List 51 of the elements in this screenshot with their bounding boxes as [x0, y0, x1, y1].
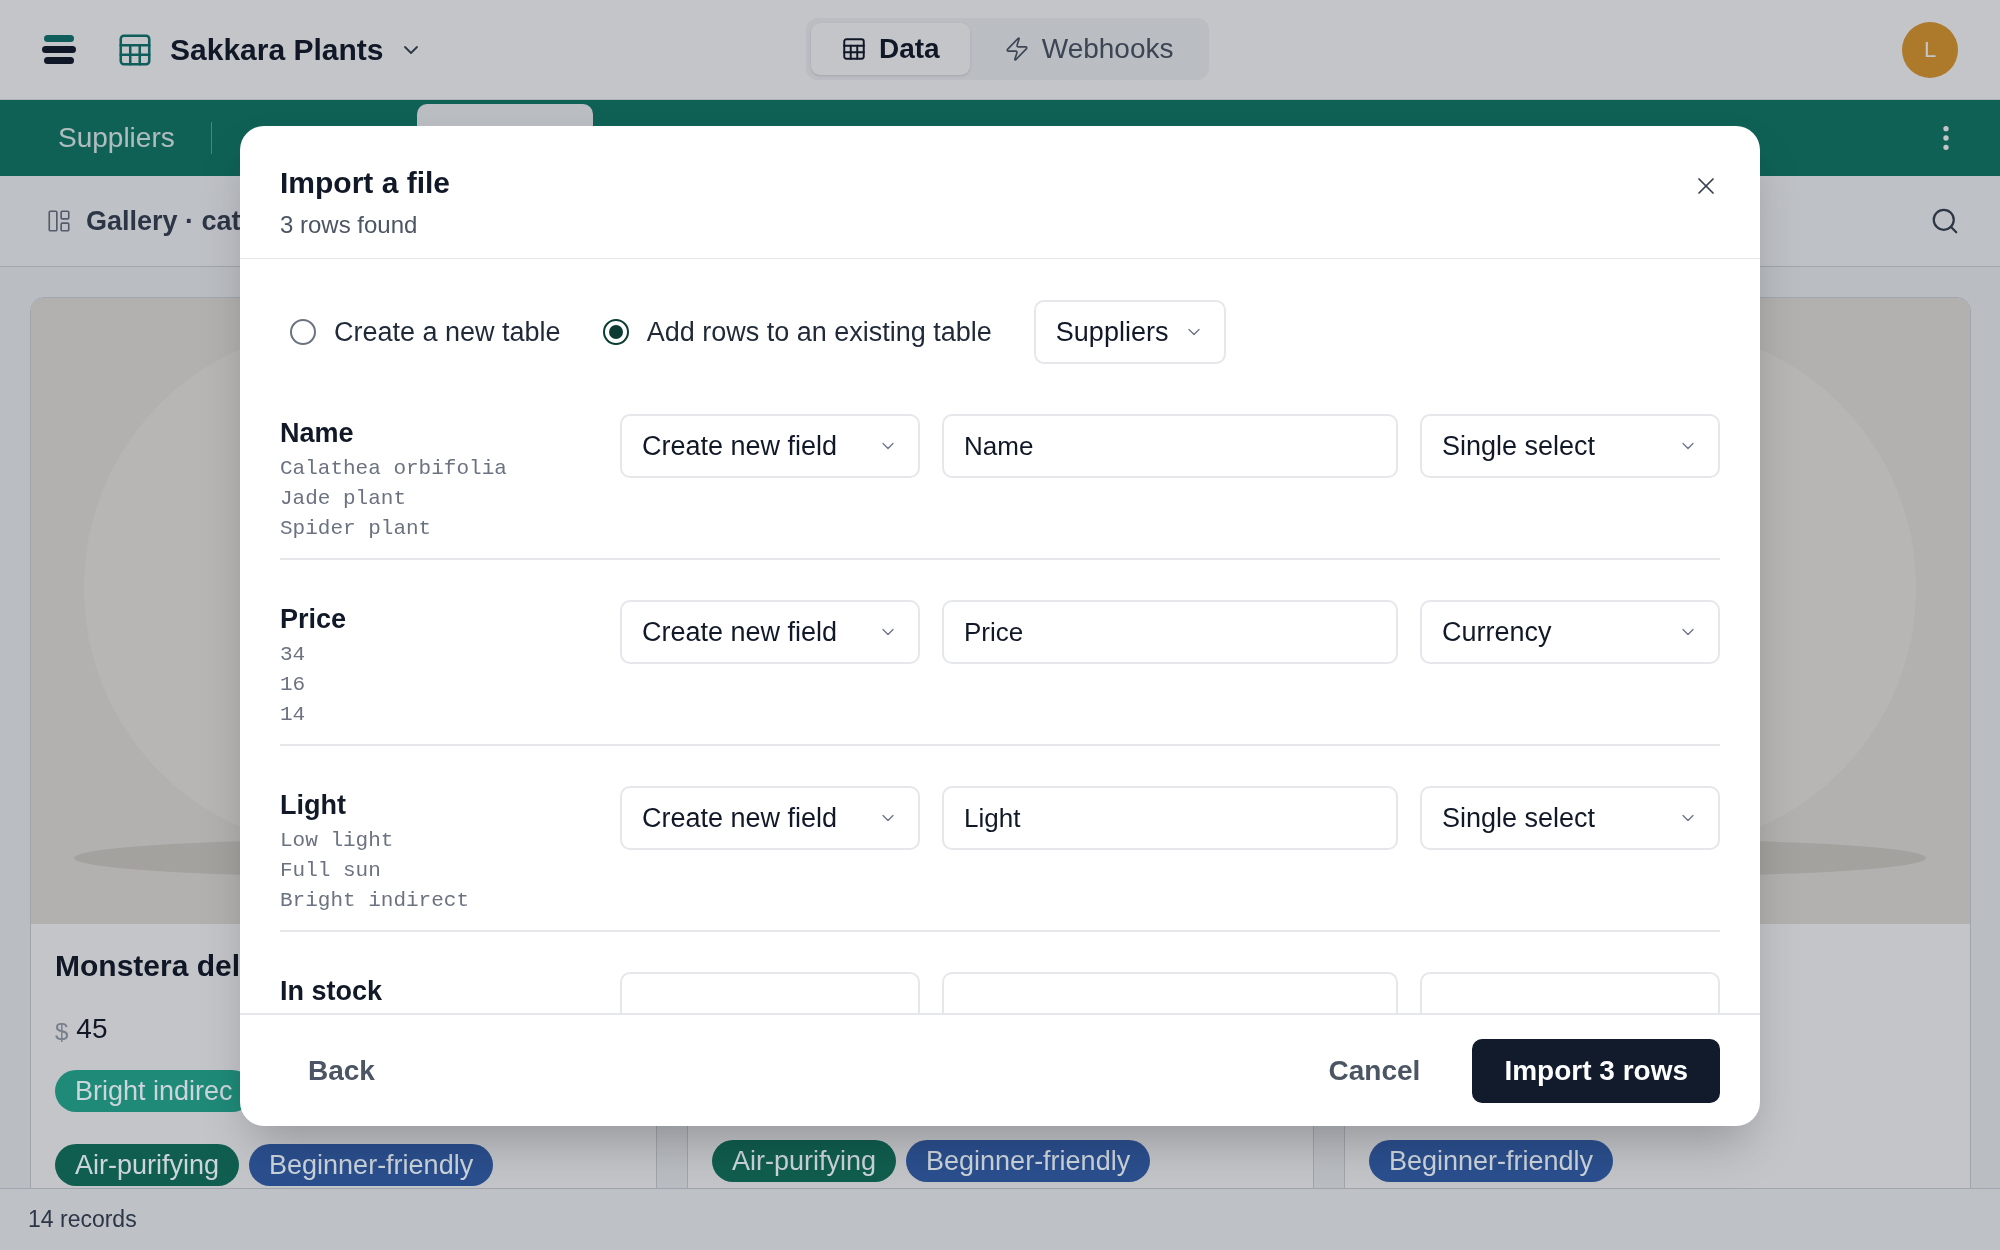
table-tab[interactable]: Suppliers: [58, 100, 175, 176]
import-button[interactable]: Import 3 rows: [1472, 1038, 1720, 1103]
back-button[interactable]: Back: [280, 1038, 403, 1103]
sample-value: 16: [280, 672, 307, 698]
sample-value: Low light: [280, 828, 395, 854]
field-name-input[interactable]: Light: [942, 786, 1398, 850]
sample-value: Calathea orbifolia: [280, 456, 508, 482]
field-action-select[interactable]: Create new field: [620, 600, 920, 664]
tag: Beginner-friendly: [1369, 1140, 1614, 1182]
lightning-icon: [1003, 36, 1030, 62]
tag: Air-purifying: [55, 1144, 240, 1186]
field-name: Light: [280, 790, 347, 820]
sample-value: Full sun: [280, 858, 382, 884]
field-name: Price: [280, 604, 348, 634]
field-type-select[interactable]: Single select: [1420, 414, 1720, 478]
field-name: In stock: [280, 976, 384, 1006]
radio-button[interactable]: [602, 319, 629, 345]
field-action-select[interactable]: Create new field: [620, 414, 920, 478]
logo-icon: [42, 34, 76, 65]
sample-value: Bright indirect: [280, 888, 471, 914]
currency-symbol: $: [55, 1017, 69, 1047]
field-action-select[interactable]: Create new field: [620, 786, 920, 850]
field-name: Name: [280, 418, 355, 448]
base-title: Sakkara Plants: [170, 32, 384, 68]
field-type-select[interactable]: Currency: [1420, 600, 1720, 664]
view-title[interactable]: Gallery · cat: [86, 200, 241, 242]
sample-value: 14: [280, 702, 307, 728]
table-icon: [841, 36, 867, 62]
cancel-button[interactable]: Cancel: [1300, 1038, 1449, 1103]
sample-value: Spider plant: [280, 516, 433, 542]
view-tab[interactable]: Webhooks: [973, 23, 1204, 75]
field-type-select[interactable]: Single select: [1420, 786, 1720, 850]
dialog-subtitle: 3 rows found: [280, 210, 419, 240]
dialog-title: Import a file: [280, 165, 451, 201]
field-name-input[interactable]: Price: [942, 600, 1398, 664]
card-price: 45: [76, 1012, 108, 1046]
record-count: 14 records: [28, 1205, 137, 1235]
sample-value: 34: [280, 642, 307, 668]
gallery-icon: [46, 208, 72, 234]
card-title: Monstera del: [55, 948, 241, 984]
radio-button[interactable]: [290, 319, 316, 345]
import-mode-option[interactable]: Create a new table: [290, 311, 561, 353]
table-select[interactable]: Suppliers: [1033, 300, 1227, 364]
search-icon[interactable]: [1930, 206, 1960, 236]
sample-value: Jade plant: [280, 486, 408, 512]
view-tab[interactable]: Data: [811, 23, 970, 75]
import-mode-option[interactable]: Add rows to an existing table: [602, 311, 992, 353]
tag: Beginner-friendly: [249, 1144, 494, 1186]
tag: Air-purifying: [712, 1140, 897, 1182]
tag: Beginner-friendly: [906, 1140, 1151, 1182]
field-name-input[interactable]: Name: [942, 414, 1398, 478]
